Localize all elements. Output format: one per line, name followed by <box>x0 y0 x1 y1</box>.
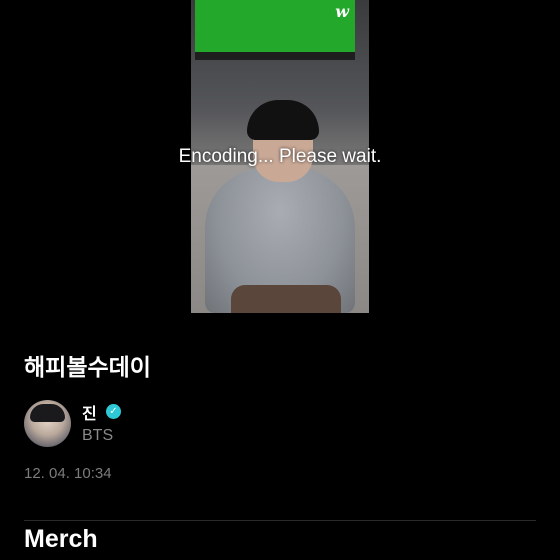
section-divider <box>24 520 536 521</box>
verified-icon: ✓ <box>106 404 121 419</box>
person-hair <box>247 100 319 140</box>
post-title: 해피볼수데이 <box>24 355 151 381</box>
post-timestamp: 12. 04. 10:34 <box>24 465 112 482</box>
avatar-hair <box>30 404 65 422</box>
background-screen: w <box>195 0 355 60</box>
author-name[interactable]: 진 <box>82 400 97 424</box>
author-group: BTS <box>82 427 114 444</box>
merch-section-title: Merch <box>24 525 98 553</box>
author-avatar[interactable] <box>24 400 71 447</box>
video-player[interactable]: w Encoding... Please wait. <box>0 0 560 313</box>
screen-logo: w <box>335 2 349 21</box>
person-lap <box>231 285 341 313</box>
encoding-status: Encoding... Please wait. <box>178 146 382 167</box>
